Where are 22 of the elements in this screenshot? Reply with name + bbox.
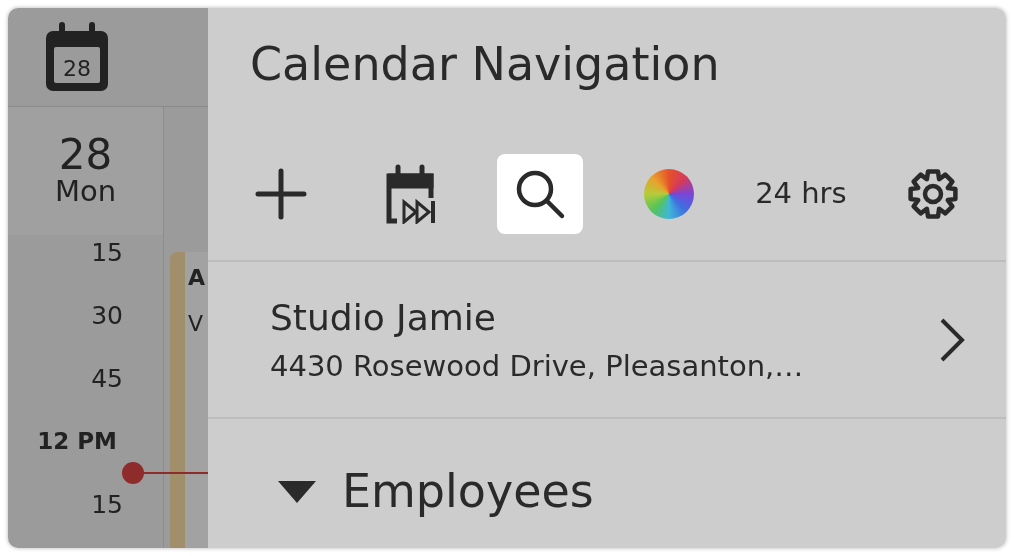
section-label: Employees (342, 463, 594, 520)
calendar-event[interactable]: A V (170, 252, 208, 548)
time-label: 30 (91, 300, 123, 332)
search-button[interactable] (496, 154, 583, 234)
current-time-dot (122, 462, 144, 484)
time-label: 12 PM (37, 427, 117, 456)
day-number: 28 (58, 134, 113, 177)
location-name: Studio Jamie (270, 295, 497, 340)
time-label: 45 (91, 363, 123, 395)
weekday-label: Mon (54, 176, 117, 208)
location-row[interactable]: Studio Jamie 4430 Rosewood Drive, Pleasanton,… (208, 262, 1006, 419)
color-wheel-icon (643, 169, 694, 219)
time-range-button[interactable]: 24 hrs (755, 154, 847, 234)
settings-icon (905, 167, 960, 221)
chevron-right-icon (938, 316, 966, 363)
section-header[interactable]: Employees (208, 419, 1006, 526)
time-label: 15 (91, 237, 123, 269)
time-label: 15 (91, 489, 123, 521)
event-subtitle: V (188, 312, 204, 337)
location-address: 4430 Rosewood Drive, Pleasanton,… (270, 347, 804, 385)
panel-title: Calendar Navigation (250, 37, 720, 91)
event-title: A (188, 266, 206, 291)
